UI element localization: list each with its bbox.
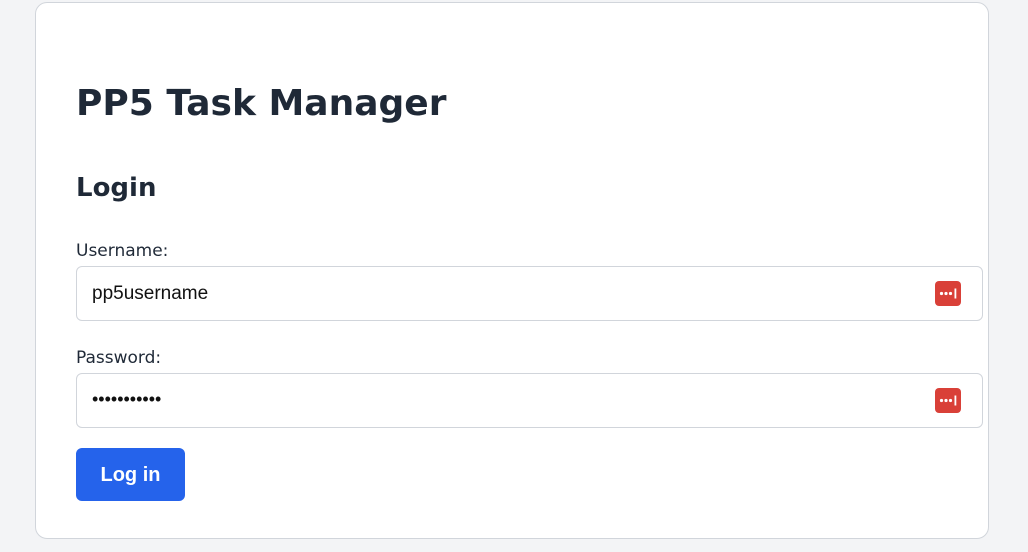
password-manager-icon[interactable] — [935, 388, 961, 413]
username-value[interactable]: pp5username — [92, 281, 208, 307]
password-manager-icon[interactable] — [935, 281, 961, 306]
username-field[interactable]: pp5username — [76, 266, 983, 321]
login-card: PP5 Task Manager Login Username: pp5user… — [35, 2, 989, 539]
login-heading: Login — [76, 173, 157, 203]
password-field[interactable]: ••••••••••• — [76, 373, 983, 428]
password-label: Password: — [76, 348, 162, 368]
password-value[interactable]: ••••••••••• — [92, 386, 161, 412]
login-button[interactable]: Log in — [76, 448, 185, 501]
page-title: PP5 Task Manager — [76, 83, 447, 124]
username-label: Username: — [76, 241, 169, 261]
